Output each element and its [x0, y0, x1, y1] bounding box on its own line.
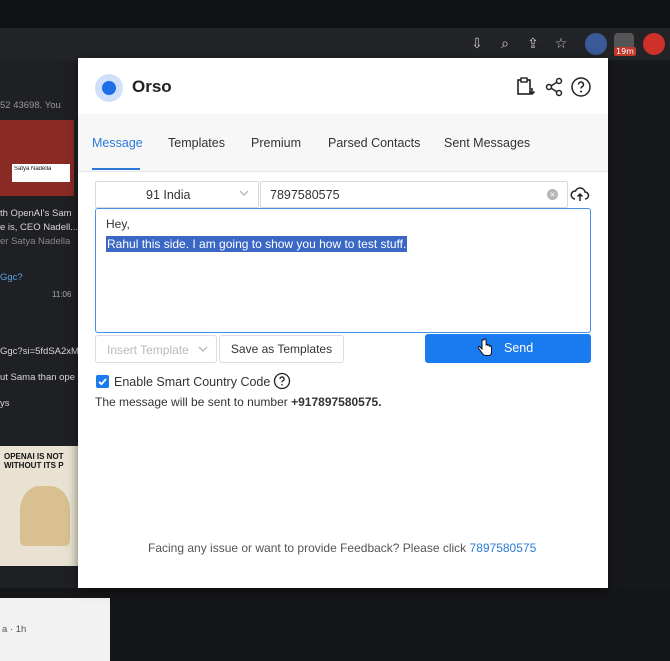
popup-title: Orso [132, 77, 172, 96]
feedback-link[interactable]: 7897580575 [470, 541, 537, 555]
recipient-info-prefix: The message will be sent to number [95, 395, 288, 409]
tab-premium[interactable]: Premium [251, 136, 301, 150]
share-icon[interactable] [543, 76, 565, 98]
help-icon[interactable] [570, 76, 592, 98]
export-clipboard-icon[interactable] [515, 76, 537, 98]
message-selected-text: Rahul this side. I am going to show you … [106, 236, 408, 252]
send-button-label: Send [504, 341, 534, 355]
bg-text: a · 1h [2, 624, 27, 635]
orso-extension-icon[interactable] [585, 33, 607, 55]
smart-country-checkbox[interactable] [96, 375, 109, 388]
orso-popup: Orso Message Templates Premium Parsed Co… [78, 58, 608, 588]
country-code-value: 91 India [146, 188, 191, 202]
bg-text: Ggc?si=5fdSA2xMU [0, 346, 86, 357]
smart-country-label: Enable Smart Country Code [114, 375, 271, 389]
browser-toolbar [0, 28, 670, 60]
phone-number-value: 7897580575 [270, 188, 340, 202]
red-extension-icon[interactable] [643, 33, 665, 55]
bg-text: e is, CEO Nadell... [0, 222, 79, 233]
video-thumbnail: Satya Nadella [0, 120, 74, 196]
message-textarea[interactable]: Hey, Rahul this side. I am going to show… [95, 208, 591, 333]
hand-cursor-icon [477, 338, 492, 356]
orso-logo-icon [95, 74, 123, 102]
meme-caption: OPENAI IS NOT WITHOUT ITS P [4, 452, 64, 470]
tab-parsed-contacts[interactable]: Parsed Contacts [328, 136, 420, 150]
background-bottom: a · 1h [0, 588, 670, 661]
clear-icon[interactable]: × [547, 189, 558, 200]
extension-timer-badge: 19m [614, 47, 636, 56]
recipient-number: +917897580575. [291, 395, 382, 409]
send-button[interactable]: Send [425, 334, 591, 363]
bg-text: 52 43698. You [0, 100, 61, 111]
insert-template-select[interactable]: Insert Template [95, 335, 217, 363]
bg-timestamp: 11:06 [52, 290, 72, 299]
message-line: Hey, [106, 217, 130, 231]
recipient-info: The message will be sent to number +9178… [95, 395, 382, 409]
tab-templates[interactable]: Templates [168, 136, 225, 150]
help-icon[interactable] [273, 372, 291, 390]
bg-text: ut Sama than ope [0, 372, 75, 383]
checkmark-icon [98, 378, 107, 386]
tab-sent-messages[interactable]: Sent Messages [444, 136, 530, 150]
phone-number-input[interactable]: 7897580575 × [260, 181, 568, 208]
tab-message[interactable]: Message [92, 136, 143, 150]
popup-header: Orso [78, 58, 608, 114]
insert-template-placeholder: Insert Template [107, 343, 189, 357]
active-tab-indicator [92, 168, 140, 170]
bg-text: ys [0, 398, 10, 409]
background-page: 52 43698. You Satya Nadella th OpenAI's … [0, 60, 86, 661]
feedback-text: Facing any issue or want to provide Feed… [148, 541, 467, 555]
bg-link[interactable]: Ggc? [0, 272, 23, 283]
share-icon[interactable]: ⇪ [525, 36, 541, 52]
bg-text: th OpenAI's Sam [0, 208, 72, 219]
bg-text: er Satya Nadella [0, 236, 71, 247]
feedback-footer: Facing any issue or want to provide Feed… [148, 541, 536, 555]
save-as-template-button[interactable]: Save as Templates [219, 335, 344, 363]
browser-titlebar [0, 0, 670, 28]
cloud-upload-icon[interactable] [570, 184, 590, 204]
bookmark-star-icon[interactable]: ☆ [553, 36, 569, 52]
chevron-down-icon [239, 190, 249, 196]
thumbnail-caption: Satya Nadella [14, 166, 52, 172]
country-code-select[interactable]: 91 India [95, 181, 259, 208]
background-right-panel [608, 60, 670, 661]
install-icon[interactable]: ⇩ [469, 36, 485, 52]
zoom-icon[interactable]: ⌕ [497, 36, 513, 52]
tab-bar: Message Templates Premium Parsed Contact… [78, 114, 608, 172]
chevron-down-icon [198, 346, 208, 352]
meme-image: OPENAI IS NOT WITHOUT ITS P [0, 446, 78, 566]
